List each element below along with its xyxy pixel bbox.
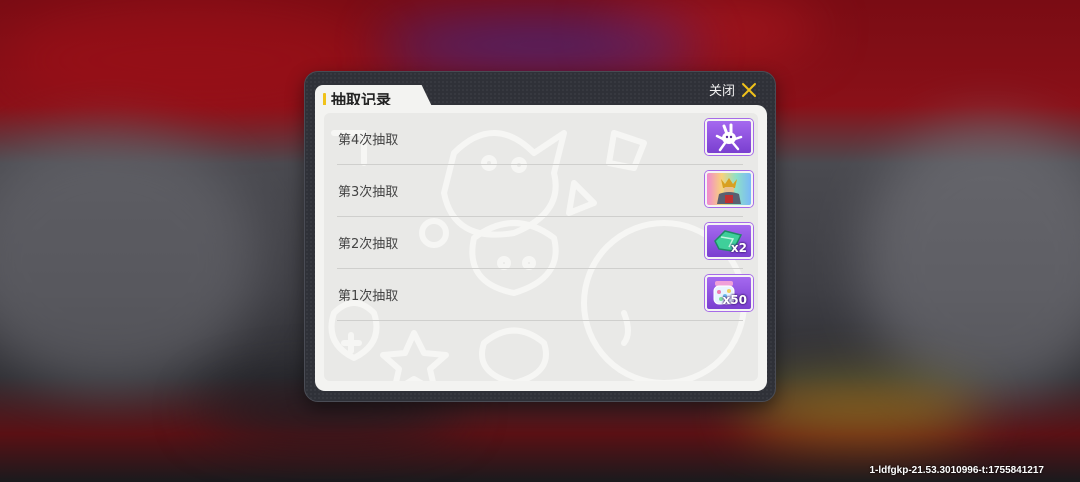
record-panel: 第4次抽取 第3次抽取 第2次抽取 x2 第1次抽取 x50 bbox=[315, 105, 767, 391]
item-quantity: x2 bbox=[730, 241, 747, 255]
build-watermark: 1-ldfgkp-21.53.3010996-t:1755841217 bbox=[869, 465, 1044, 476]
record-label: 第2次抽取 bbox=[338, 237, 399, 252]
record-row: 第3次抽取 bbox=[337, 165, 753, 217]
armored-figure-icon bbox=[717, 178, 741, 204]
close-icon[interactable] bbox=[741, 82, 757, 98]
draw-record-dialog: 抽取记录 关闭 第4次抽取 第3次抽取 第2次抽取 x2 第1次抽取 x50 bbox=[304, 71, 776, 402]
record-list[interactable]: 第4次抽取 第3次抽取 第2次抽取 x2 第1次抽取 x50 bbox=[324, 113, 758, 381]
record-label: 第3次抽取 bbox=[338, 185, 399, 200]
record-row: 第2次抽取 x2 bbox=[337, 217, 753, 269]
close-button[interactable]: 关闭 bbox=[709, 80, 757, 99]
bunny-figure-icon bbox=[715, 123, 743, 152]
record-row: 第1次抽取 x50 bbox=[337, 269, 753, 321]
reward-item[interactable] bbox=[705, 171, 753, 207]
reward-item[interactable]: x2 bbox=[705, 223, 753, 259]
reward-item[interactable] bbox=[705, 119, 753, 155]
record-label: 第1次抽取 bbox=[338, 289, 399, 304]
close-label: 关闭 bbox=[708, 84, 735, 99]
reward-item[interactable]: x50 bbox=[705, 275, 753, 311]
record-row: 第4次抽取 bbox=[337, 113, 753, 165]
record-label: 第4次抽取 bbox=[338, 133, 399, 148]
item-quantity: x50 bbox=[722, 293, 747, 307]
